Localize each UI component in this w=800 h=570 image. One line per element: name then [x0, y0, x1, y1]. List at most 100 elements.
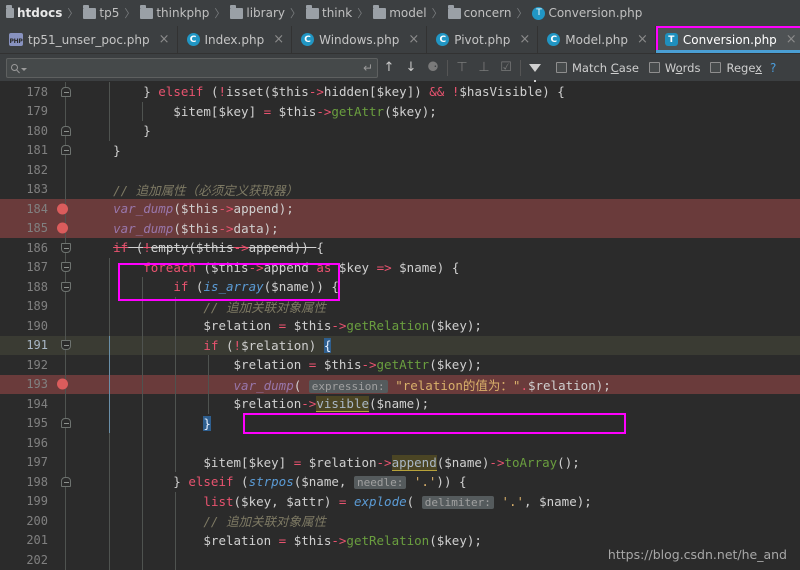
fold-toggle-icon[interactable] [60, 125, 71, 136]
select-lines-button[interactable]: ☑ [495, 57, 517, 79]
code-line[interactable]: 186 if (!empty($this->append)) { [0, 238, 800, 258]
code-line[interactable]: 196 [0, 433, 800, 453]
remove-line-button[interactable]: ⊥ [473, 57, 495, 79]
breadcrumb-item-model[interactable]: model [371, 4, 428, 20]
breadcrumb-item-conversion-php[interactable]: T Conversion.php [530, 6, 644, 20]
find-previous-button[interactable]: ↑ [378, 57, 400, 79]
code-line[interactable]: 193 var_dump( expression: "relation的值为："… [0, 374, 800, 394]
tab-close-icon[interactable]: × [519, 33, 530, 46]
fold-gutter[interactable] [55, 238, 77, 258]
code-line[interactable]: 199 list($key, $attr) = explode( delimit… [0, 491, 800, 511]
code-line[interactable]: 188 if (is_array($name)) { [0, 277, 800, 297]
checkbox-box[interactable] [556, 62, 567, 73]
code-line[interactable]: 200 // 追加关联对象属性 [0, 511, 800, 531]
code-line[interactable]: 190 $relation = $this->getRelation($key)… [0, 316, 800, 336]
fold-toggle-icon[interactable] [60, 340, 71, 351]
fold-toggle-icon[interactable] [60, 281, 71, 292]
fold-gutter[interactable] [55, 121, 77, 141]
checkbox-box[interactable] [710, 62, 722, 73]
fold-gutter[interactable] [55, 140, 77, 160]
code-token: $item[$key] [83, 103, 264, 119]
tab-close-icon[interactable]: × [408, 33, 419, 46]
tab-close-icon[interactable]: × [786, 33, 797, 46]
breadcrumb-item-htdocs[interactable]: htdocs [4, 5, 64, 20]
regex-checkbox[interactable]: Regex [710, 61, 762, 75]
code-line[interactable]: 197 $item[$key] = $relation->append($nam… [0, 452, 800, 472]
code-line[interactable]: 182 [0, 160, 800, 180]
fold-toggle-icon[interactable] [60, 476, 71, 487]
fold-gutter[interactable] [55, 491, 77, 511]
search-history-chevron-down-icon[interactable] [21, 68, 27, 71]
fold-toggle-icon[interactable] [60, 262, 71, 273]
tab-tp51-unser-poc-php[interactable]: PHP tp51_unser_poc.php × [0, 26, 178, 53]
tab-pivot-php[interactable]: C Pivot.php × [427, 26, 539, 53]
tab-model-php[interactable]: C Model.php × [538, 26, 656, 53]
fold-gutter[interactable] [55, 355, 77, 375]
fold-gutter[interactable] [55, 257, 77, 277]
select-all-occurrences-button[interactable]: ⚈ [422, 57, 444, 79]
enter-icon[interactable]: ↵ [363, 61, 373, 75]
fold-gutter[interactable] [55, 101, 77, 121]
breakpoint-icon[interactable] [57, 203, 68, 215]
code-line[interactable]: 189 // 追加关联对象属性 [0, 296, 800, 316]
match-case-checkbox[interactable]: Match Case [556, 61, 639, 75]
fold-gutter[interactable] [55, 394, 77, 414]
filter-icon[interactable] [524, 57, 546, 84]
breadcrumb-item-library[interactable]: library [228, 4, 287, 20]
code-line[interactable]: 184 var_dump($this->append); [0, 199, 800, 219]
fold-gutter[interactable] [55, 472, 77, 492]
fold-toggle-icon[interactable] [60, 86, 71, 97]
code-line[interactable]: 191 if (!$relation) { [0, 335, 800, 355]
fold-gutter[interactable] [55, 82, 77, 102]
fold-gutter[interactable] [55, 316, 77, 336]
code-line[interactable]: 198 } elseif (strpos($name, needle: '.')… [0, 472, 800, 492]
fold-gutter[interactable] [55, 530, 77, 550]
help-icon[interactable]: ? [770, 61, 776, 75]
code-line[interactable]: 178 } elseif (!isset($this->hidden[$key]… [0, 82, 800, 102]
tab-close-icon[interactable]: × [159, 33, 170, 46]
fold-gutter[interactable] [55, 277, 77, 297]
tab-index-php[interactable]: C Index.php × [178, 26, 293, 53]
search-input[interactable]: ↵ [6, 57, 378, 78]
editor-tab-bar: PHP tp51_unser_poc.php × C Index.php × C Window… [0, 26, 800, 54]
code-line[interactable]: 194 $relation->visible($name); [0, 394, 800, 414]
code-line[interactable]: 192 $relation = $this->getAttr($key); [0, 355, 800, 375]
breakpoint-icon[interactable] [57, 222, 68, 234]
fold-toggle-icon[interactable] [60, 242, 71, 253]
breadcrumb-item-tp5[interactable]: tp5 [81, 4, 121, 20]
find-next-button[interactable]: ↓ [400, 57, 422, 79]
fold-gutter[interactable] [55, 452, 77, 472]
code-token: -> [233, 240, 249, 256]
breadcrumb-item-thinkphp[interactable]: thinkphp [138, 4, 211, 20]
words-checkbox[interactable]: Words [648, 61, 700, 75]
code-line[interactable]: 195 } [0, 413, 800, 433]
tab-close-icon[interactable]: × [273, 33, 284, 46]
code-line[interactable]: 187 foreach ($this->append as $key => $n… [0, 257, 800, 277]
fold-gutter[interactable] [55, 296, 77, 316]
breadcrumb-item-think[interactable]: think [304, 4, 354, 20]
add-line-button[interactable]: ⊤ [451, 57, 473, 79]
fold-gutter[interactable] [55, 511, 77, 531]
code-line[interactable]: 180 } [0, 121, 800, 141]
breadcrumb-item-concern[interactable]: concern [446, 4, 514, 20]
code-line[interactable]: 179 $item[$key] = $this->getAttr($key); [0, 101, 800, 121]
tab-conversion-php[interactable]: T Conversion.php × [655, 26, 800, 53]
fold-gutter[interactable] [55, 335, 77, 355]
fold-gutter[interactable] [55, 550, 77, 570]
fold-gutter[interactable] [55, 160, 77, 180]
fold-toggle-icon[interactable] [60, 418, 71, 429]
checkbox-box[interactable] [648, 62, 660, 73]
fold-gutter[interactable] [55, 179, 77, 199]
fold-gutter[interactable] [55, 433, 77, 453]
breakpoint-icon[interactable] [57, 378, 68, 390]
code-editor[interactable]: 178 } elseif (!isset($this->hidden[$key]… [0, 82, 800, 570]
fold-toggle-icon[interactable] [60, 145, 71, 156]
code-line[interactable]: 183 // 追加属性（必须定义获取器） [0, 179, 800, 199]
tab-close-icon[interactable]: × [637, 33, 648, 46]
line-number: 184 [26, 201, 48, 216]
fold-guide-line [65, 296, 66, 316]
code-line[interactable]: 185 var_dump($this->data); [0, 218, 800, 238]
fold-gutter[interactable] [55, 413, 77, 433]
code-line[interactable]: 181 } [0, 140, 800, 160]
tab-windows-php[interactable]: C Windows.php × [292, 26, 428, 53]
